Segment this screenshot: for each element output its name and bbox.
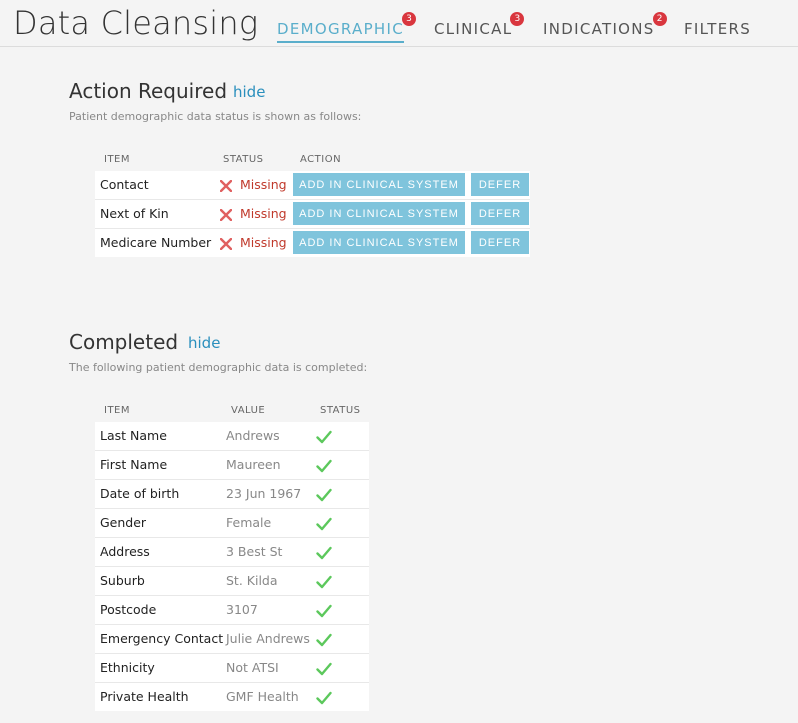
completed-table: Last Name Andrews First Name Maureen Dat… — [95, 422, 369, 711]
add-in-clinical-system-button[interactable]: ADD IN CLINICAL SYSTEM — [293, 173, 465, 196]
column-header-item: ITEM — [104, 154, 131, 165]
add-in-clinical-system-button[interactable]: ADD IN CLINICAL SYSTEM — [293, 202, 465, 225]
table-row: Private Health GMF Health — [95, 683, 369, 711]
row-value: Not ATSI — [226, 660, 279, 675]
row-item: Ethnicity — [100, 660, 155, 675]
row-status: Missing — [240, 206, 287, 221]
column-header-action: ACTION — [300, 154, 342, 165]
row-value: Female — [226, 515, 272, 530]
add-in-clinical-system-button[interactable]: ADD IN CLINICAL SYSTEM — [293, 231, 465, 254]
row-item: Date of birth — [100, 486, 180, 501]
tab-badge: 2 — [652, 12, 667, 26]
row-item: Address — [100, 544, 150, 559]
row-value: Andrews — [226, 428, 280, 443]
table-row: Postcode 3107 — [95, 596, 369, 625]
row-value: 23 Jun 1967 — [226, 486, 302, 501]
row-item: Gender — [100, 515, 147, 530]
tab-clinical[interactable]: CLINICAL 3 — [434, 12, 525, 38]
table-row: Address 3 Best St — [95, 538, 369, 567]
check-icon — [316, 633, 332, 647]
header: Data Cleansing DEMOGRAPHIC 3 CLINICAL 3 … — [0, 0, 798, 47]
row-item: Contact — [100, 177, 149, 192]
action-required-title: Action Required — [69, 79, 228, 103]
tab-indications[interactable]: INDICATIONS 2 — [543, 12, 667, 38]
tab-label: CLINICAL — [434, 20, 513, 38]
row-value: St. Kilda — [226, 573, 278, 588]
column-header-item: ITEM — [104, 405, 131, 416]
tab-label: INDICATIONS — [543, 20, 655, 38]
tab-badge: 3 — [402, 12, 416, 26]
missing-x-icon — [220, 180, 232, 192]
row-item: Private Health — [100, 689, 189, 704]
defer-button[interactable]: DEFER — [471, 231, 529, 254]
table-row: Gender Female — [95, 509, 369, 538]
tab-badge: 3 — [510, 12, 525, 26]
missing-x-icon — [220, 238, 232, 250]
row-value: 3107 — [226, 602, 258, 617]
action-required-table: Contact Missing ADD IN CLINICAL SYSTEM D… — [95, 171, 530, 257]
table-row: First Name Maureen — [95, 451, 369, 480]
action-required-description: Patient demographic data status is shown… — [69, 110, 362, 123]
column-header-status: STATUS — [223, 154, 264, 165]
row-value: 3 Best St — [226, 544, 283, 559]
check-icon — [316, 575, 332, 589]
defer-button[interactable]: DEFER — [471, 173, 529, 196]
row-item: Next of Kin — [100, 206, 169, 221]
row-item: Medicare Number — [100, 235, 212, 250]
page-title: Data Cleansing — [13, 4, 259, 42]
row-item: First Name — [100, 457, 168, 472]
row-value: GMF Health — [226, 689, 299, 704]
completed-hide-link[interactable]: hide — [188, 334, 220, 352]
table-row: Date of birth 23 Jun 1967 — [95, 480, 369, 509]
table-row: Last Name Andrews — [95, 422, 369, 451]
column-header-value: VALUE — [231, 405, 266, 416]
check-icon — [316, 488, 332, 502]
table-row: Next of Kin Missing ADD IN CLINICAL SYST… — [95, 200, 530, 229]
row-value: Julie Andrews — [226, 631, 310, 646]
tab-label: DEMOGRAPHIC — [277, 20, 404, 38]
check-icon — [316, 604, 332, 618]
check-icon — [316, 662, 332, 676]
row-value: Maureen — [226, 457, 281, 472]
row-item: Postcode — [100, 602, 157, 617]
table-row: Medicare Number Missing ADD IN CLINICAL … — [95, 229, 530, 257]
row-status: Missing — [240, 177, 287, 192]
action-required-hide-link[interactable]: hide — [233, 83, 265, 101]
table-row: Emergency Contact Julie Andrews — [95, 625, 369, 654]
column-header-status: STATUS — [320, 405, 361, 416]
check-icon — [316, 517, 332, 531]
row-status: Missing — [240, 235, 287, 250]
check-icon — [316, 430, 332, 444]
missing-x-icon — [220, 209, 232, 221]
check-icon — [316, 546, 332, 560]
check-icon — [316, 691, 332, 705]
tab-filters[interactable]: FILTERS — [684, 20, 751, 38]
defer-button[interactable]: DEFER — [471, 202, 529, 225]
completed-description: The following patient demographic data i… — [69, 361, 368, 374]
row-item: Emergency Contact — [100, 631, 224, 646]
row-item: Suburb — [100, 573, 145, 588]
table-row: Ethnicity Not ATSI — [95, 654, 369, 683]
check-icon — [316, 459, 332, 473]
tab-demographic[interactable]: DEMOGRAPHIC 3 — [277, 12, 416, 43]
table-row: Contact Missing ADD IN CLINICAL SYSTEM D… — [95, 171, 530, 200]
completed-title: Completed — [69, 330, 179, 354]
tab-active-indicator — [277, 41, 404, 43]
row-item: Last Name — [100, 428, 167, 443]
tab-label: FILTERS — [684, 20, 752, 38]
table-row: Suburb St. Kilda — [95, 567, 369, 596]
